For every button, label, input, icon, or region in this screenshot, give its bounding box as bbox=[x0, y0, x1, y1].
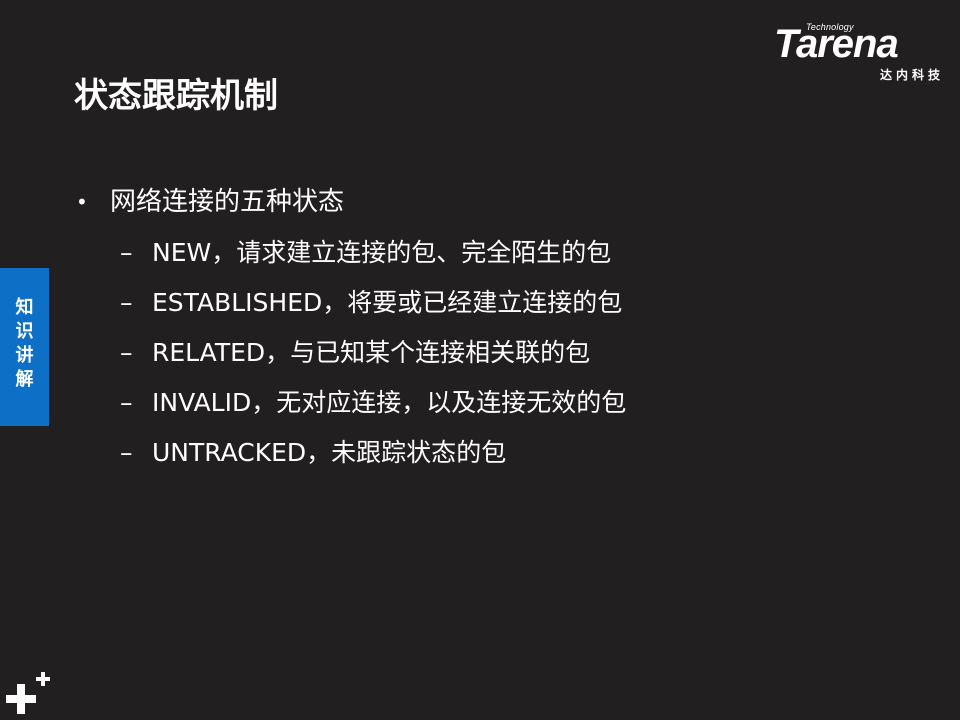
dash-marker: – bbox=[120, 438, 133, 467]
dash-marker: – bbox=[120, 238, 133, 267]
logo-chinese-name: 达内科技 bbox=[879, 68, 944, 82]
sub-bullet-item: – NEW，请求建立连接的包、完全陌生的包 bbox=[74, 228, 894, 278]
section-tab: 知 识 讲 解 bbox=[0, 268, 49, 426]
section-tab-char: 识 bbox=[15, 321, 34, 342]
sub-bullet-text: INVALID，无对应连接，以及连接无效的包 bbox=[152, 388, 627, 417]
dash-marker: – bbox=[120, 338, 133, 367]
bullet-item: • 网络连接的五种状态 bbox=[74, 178, 894, 226]
logo-wordmark: Tarena bbox=[774, 22, 899, 66]
sub-bullet-text: ESTABLISHED，将要或已经建立连接的包 bbox=[152, 288, 623, 317]
section-tab-label: 知 识 讲 解 bbox=[0, 296, 49, 392]
sub-bullet-text: RELATED，与已知某个连接相关联的包 bbox=[152, 338, 591, 367]
bullet-marker: • bbox=[76, 190, 88, 214]
tarena-logo: Technology Tarena 达内科技 bbox=[774, 22, 944, 84]
sub-bullet-text: NEW，请求建立连接的包、完全陌生的包 bbox=[152, 238, 612, 267]
sub-bullet-item: – RELATED，与已知某个连接相关联的包 bbox=[74, 328, 894, 378]
dash-marker: – bbox=[120, 288, 133, 317]
section-tab-char: 知 bbox=[15, 297, 34, 318]
sub-bullet-item: – UNTRACKED，未跟踪状态的包 bbox=[74, 428, 894, 478]
slide: Technology Tarena 达内科技 状态跟踪机制 • 网络连接的五种状… bbox=[0, 0, 960, 720]
slide-title: 状态跟踪机制 bbox=[74, 76, 278, 116]
section-tab-char: 解 bbox=[15, 369, 34, 390]
dash-marker: – bbox=[120, 388, 133, 417]
sub-bullet-list: – NEW，请求建立连接的包、完全陌生的包 – ESTABLISHED，将要或已… bbox=[74, 228, 894, 478]
sub-bullet-item: – INVALID，无对应连接，以及连接无效的包 bbox=[74, 378, 894, 428]
slide-content: • 网络连接的五种状态 – NEW，请求建立连接的包、完全陌生的包 – ESTA… bbox=[74, 178, 894, 478]
sub-bullet-text: UNTRACKED，未跟踪状态的包 bbox=[152, 438, 507, 467]
plus-icon bbox=[6, 672, 50, 714]
sub-bullet-item: – ESTABLISHED，将要或已经建立连接的包 bbox=[74, 278, 894, 328]
section-tab-char: 讲 bbox=[15, 345, 34, 366]
bullet-text: 网络连接的五种状态 bbox=[110, 187, 345, 217]
